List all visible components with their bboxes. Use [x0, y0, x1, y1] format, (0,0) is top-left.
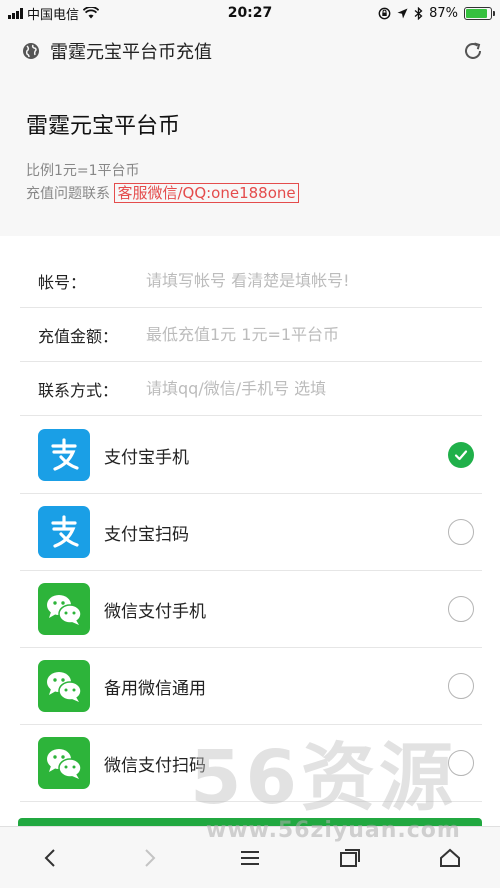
payment-method-list: 支付宝手机 支付宝扫码 微信支付手机 备用微信通用 微信支付扫码 [0, 417, 500, 802]
support-contact-line: 充值问题联系 客服微信/QQ:one188one [26, 182, 474, 205]
product-header: 雷霆元宝平台币 比例1元=1平台币 充值问题联系 客服微信/QQ:one188o… [0, 76, 500, 236]
wifi-icon [83, 7, 100, 19]
support-contact-label: 充值问题联系 [26, 186, 110, 202]
forward-button[interactable] [120, 838, 180, 878]
payment-option-wechat-backup[interactable]: 备用微信通用 [20, 648, 482, 725]
status-bar: 中国电信 20:27 87% [0, 0, 500, 26]
signal-icon [8, 7, 23, 19]
support-contact-value: 客服微信/QQ:one188one [114, 183, 299, 203]
alipay-icon [38, 506, 90, 558]
tabs-icon [340, 848, 360, 867]
recharge-form: 帐号： 充值金额： 联系方式： [0, 254, 500, 416]
radio-unchecked[interactable] [448, 750, 474, 776]
account-input[interactable] [146, 271, 482, 290]
chevron-left-icon [44, 848, 55, 867]
wechat-icon [38, 583, 90, 635]
contact-input[interactable] [146, 379, 482, 398]
refresh-icon[interactable] [462, 40, 484, 62]
location-icon [397, 8, 408, 18]
page-title: 雷霆元宝平台币充值 [50, 42, 212, 63]
lock-rotation-icon [378, 7, 391, 19]
battery-icon [464, 6, 495, 20]
home-icon [440, 848, 460, 867]
amount-label: 充值金额： [38, 326, 119, 346]
payment-label: 微信支付手机 [104, 601, 206, 622]
radio-unchecked[interactable] [448, 673, 474, 699]
menu-icon [241, 850, 259, 865]
carrier-name: 中国电信 [27, 7, 80, 23]
payment-option-wechat-mobile[interactable]: 微信支付手机 [20, 571, 482, 648]
status-right: 87% [330, 6, 500, 21]
browser-toolbar [0, 826, 500, 888]
tabs-button[interactable] [320, 838, 380, 878]
contact-row: 联系方式： [20, 362, 482, 416]
battery-percent: 87% [429, 5, 458, 21]
checkmark-icon [454, 450, 468, 461]
chevron-right-icon [145, 848, 156, 867]
exchange-ratio: 比例1元=1平台币 [26, 163, 140, 179]
radio-unchecked[interactable] [448, 519, 474, 545]
account-row: 帐号： [20, 254, 482, 308]
payment-label: 支付宝手机 [104, 447, 189, 468]
radio-unchecked[interactable] [448, 596, 474, 622]
nav-bar: 雷霆元宝平台币充值 [0, 26, 500, 76]
amount-row: 充值金额： [20, 308, 482, 362]
payment-option-alipay-scan[interactable]: 支付宝扫码 [20, 494, 482, 571]
contact-label: 联系方式： [38, 380, 119, 400]
wechat-icon [38, 737, 90, 789]
globe-icon [22, 42, 40, 60]
payment-label: 支付宝扫码 [104, 524, 189, 545]
radio-checked[interactable] [448, 442, 474, 468]
alipay-icon [38, 429, 90, 481]
menu-button[interactable] [220, 838, 280, 878]
back-button[interactable] [20, 838, 80, 878]
bluetooth-icon [414, 6, 423, 20]
payment-option-alipay-mobile[interactable]: 支付宝手机 [20, 417, 482, 494]
product-title: 雷霆元宝平台币 [26, 114, 181, 139]
payment-option-wechat-scan[interactable]: 微信支付扫码 [20, 725, 482, 802]
wechat-icon [38, 660, 90, 712]
payment-label: 微信支付扫码 [104, 755, 206, 776]
battery-level [466, 8, 487, 18]
status-time: 20:27 [227, 5, 273, 21]
payment-label: 备用微信通用 [104, 678, 206, 699]
amount-input[interactable] [146, 325, 482, 344]
account-label: 帐号： [38, 272, 87, 292]
home-button[interactable] [420, 838, 480, 878]
status-left: 中国电信 [0, 4, 170, 23]
